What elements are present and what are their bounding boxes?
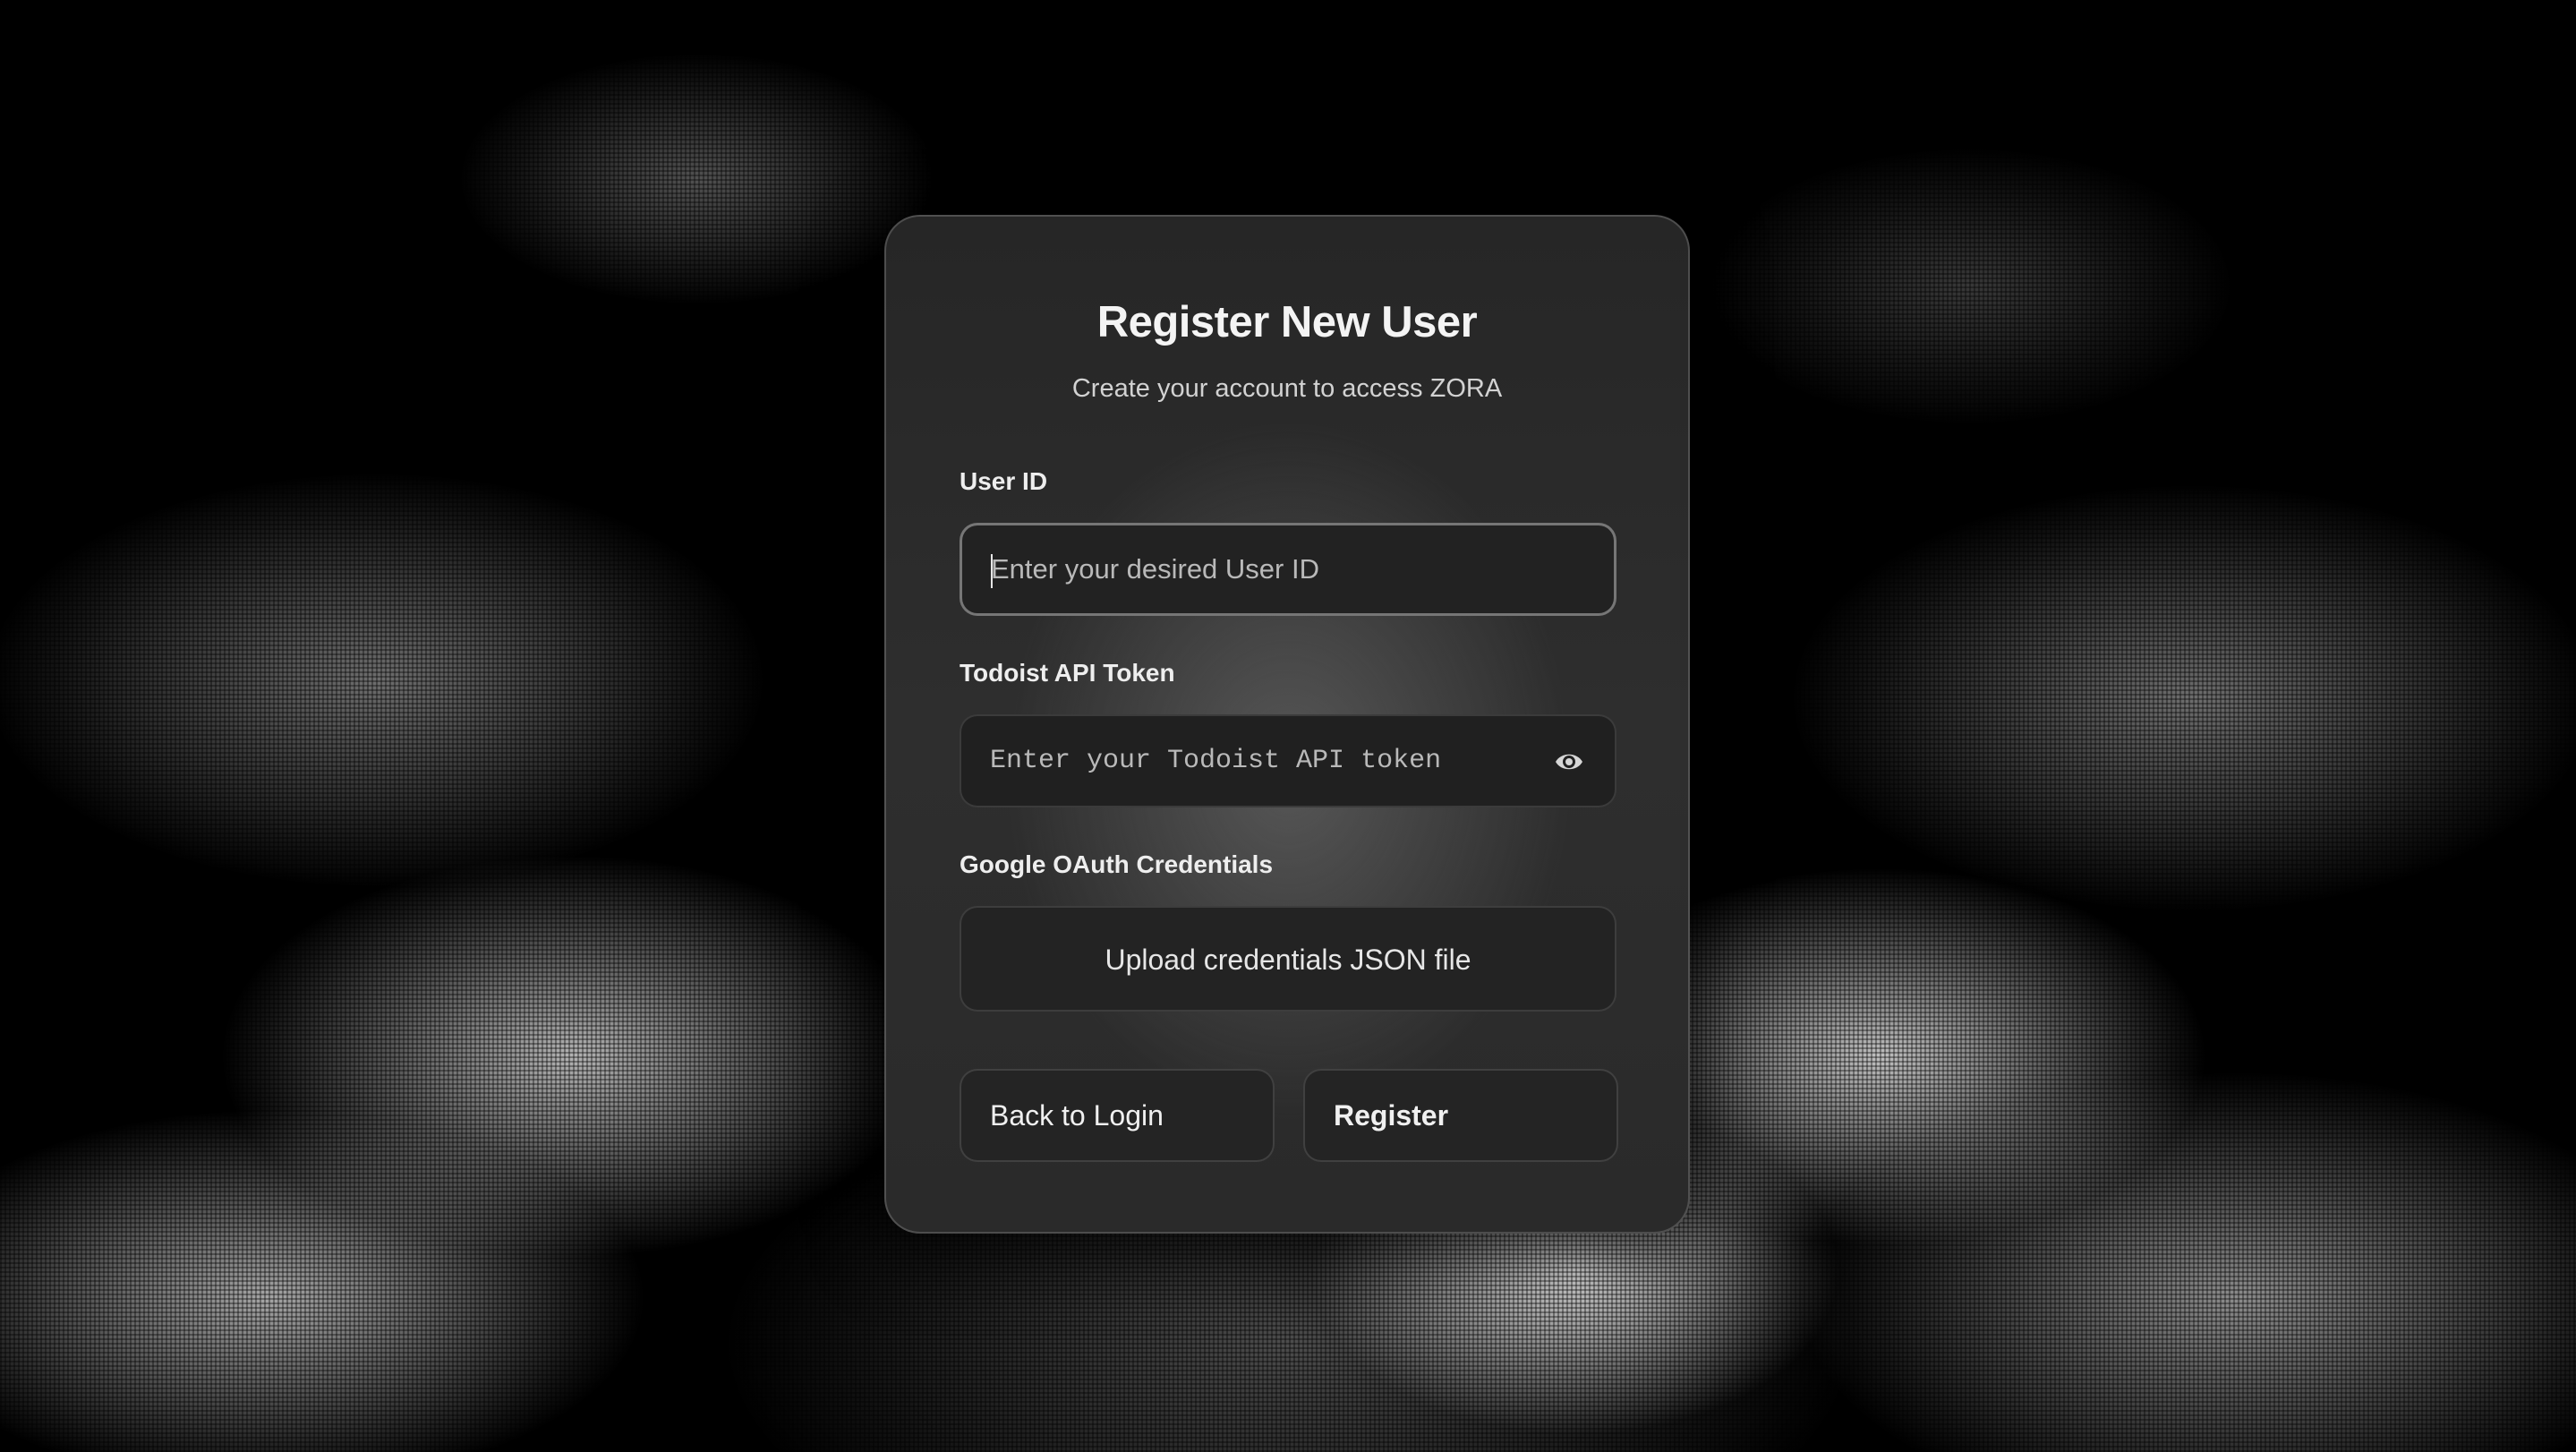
- eye-icon[interactable]: [1554, 748, 1584, 775]
- todoist-token-field: [960, 714, 1616, 807]
- user-id-input[interactable]: [962, 525, 1614, 613]
- google-oauth-label: Google OAuth Credentials: [960, 850, 1274, 878]
- back-to-login-button[interactable]: Back to Login: [960, 1069, 1275, 1162]
- todoist-token-label: Todoist API Token: [960, 659, 1175, 687]
- page-subtitle: Create your account to access ZORA: [1071, 374, 1503, 403]
- register-button[interactable]: Register: [1303, 1069, 1618, 1162]
- user-id-label: User ID: [960, 467, 1048, 495]
- todoist-token-input[interactable]: [961, 716, 1615, 806]
- text-caret: [991, 554, 993, 588]
- upload-credentials-button[interactable]: Upload credentials JSON file: [960, 906, 1616, 1012]
- user-id-field: [960, 523, 1616, 616]
- register-card: Register New User Create your account to…: [884, 215, 1690, 1234]
- page-title: Register New User: [1096, 298, 1478, 346]
